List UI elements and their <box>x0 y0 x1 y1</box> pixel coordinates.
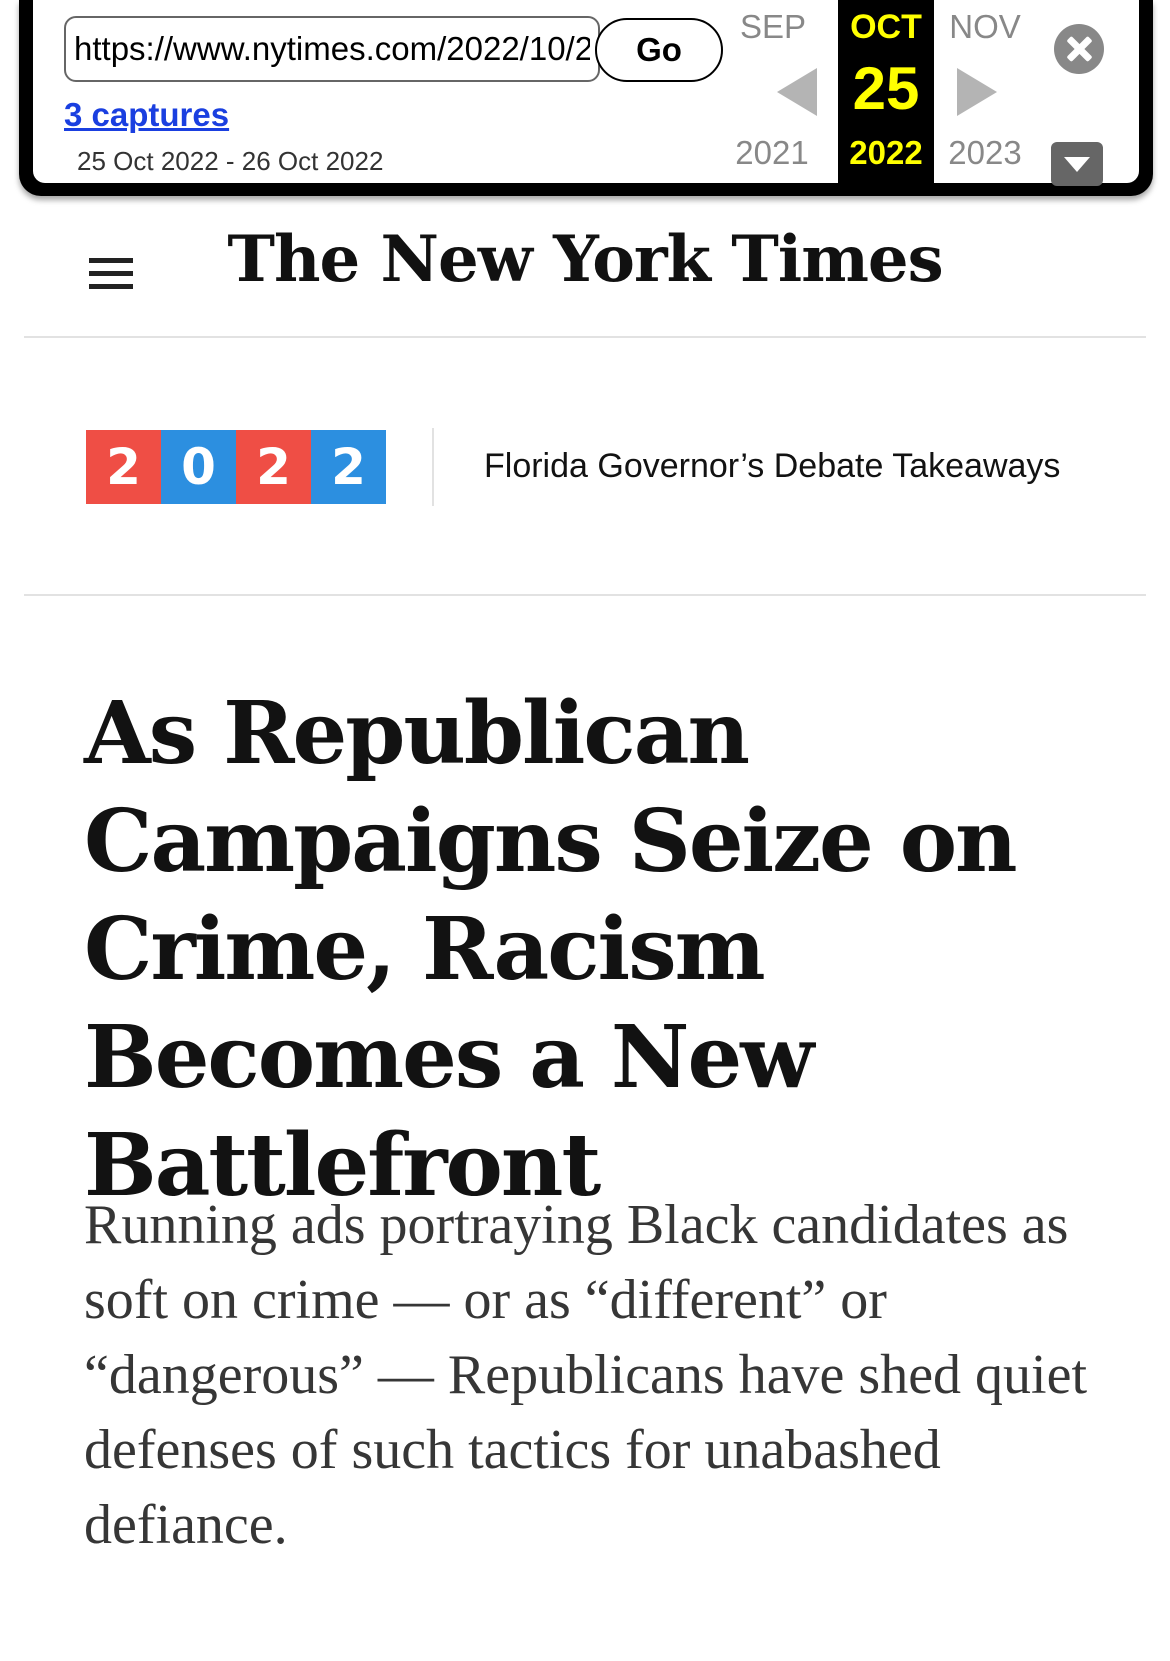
current-year-label: 2022 <box>849 134 923 171</box>
current-month-label: OCT <box>850 8 922 46</box>
hamburger-menu-icon[interactable] <box>89 258 133 290</box>
wayback-panel: Go 3 captures 25 Oct 2022 - 26 Oct 2022 … <box>33 0 1139 183</box>
prev-month-label[interactable]: SEP <box>728 8 818 46</box>
current-capture-date: OCT 25 2022 <box>838 0 934 183</box>
captures-link[interactable]: 3 captures <box>64 96 229 134</box>
wayback-toolbar: Go 3 captures 25 Oct 2022 - 26 Oct 2022 … <box>19 0 1153 196</box>
promo-divider <box>432 428 434 506</box>
article-headline: As Republican Campaigns Seize on Crime, … <box>84 683 1018 1216</box>
nyt-logo[interactable]: The New York Times <box>200 222 970 297</box>
next-month-label[interactable]: NOV <box>940 8 1030 46</box>
article-summary: Running ads portraying Black candidates … <box>84 1194 1088 1556</box>
next-capture-arrow-icon[interactable] <box>957 68 997 116</box>
close-icon[interactable] <box>1054 24 1104 74</box>
badge-digit: 2 <box>236 430 311 504</box>
prev-capture-arrow-icon[interactable] <box>777 68 817 116</box>
current-day-label: 25 <box>852 55 920 122</box>
next-year-label[interactable]: 2023 <box>935 134 1035 172</box>
badge-digit: 0 <box>161 430 236 504</box>
chevron-down-icon[interactable] <box>1051 142 1103 186</box>
wayback-url-input[interactable] <box>64 16 600 82</box>
go-button[interactable]: Go <box>595 18 723 82</box>
promo-divider-bottom <box>24 594 1146 596</box>
election-2022-badge[interactable]: 2 0 2 2 <box>86 430 386 504</box>
badge-digit: 2 <box>311 430 386 504</box>
capture-date-range: 25 Oct 2022 - 26 Oct 2022 <box>77 146 384 176</box>
debate-takeaways-link[interactable]: Florida Governor’s Debate Takeaways <box>484 447 1060 486</box>
header-divider <box>24 336 1146 338</box>
badge-digit: 2 <box>86 430 161 504</box>
prev-year-label[interactable]: 2021 <box>722 134 822 172</box>
